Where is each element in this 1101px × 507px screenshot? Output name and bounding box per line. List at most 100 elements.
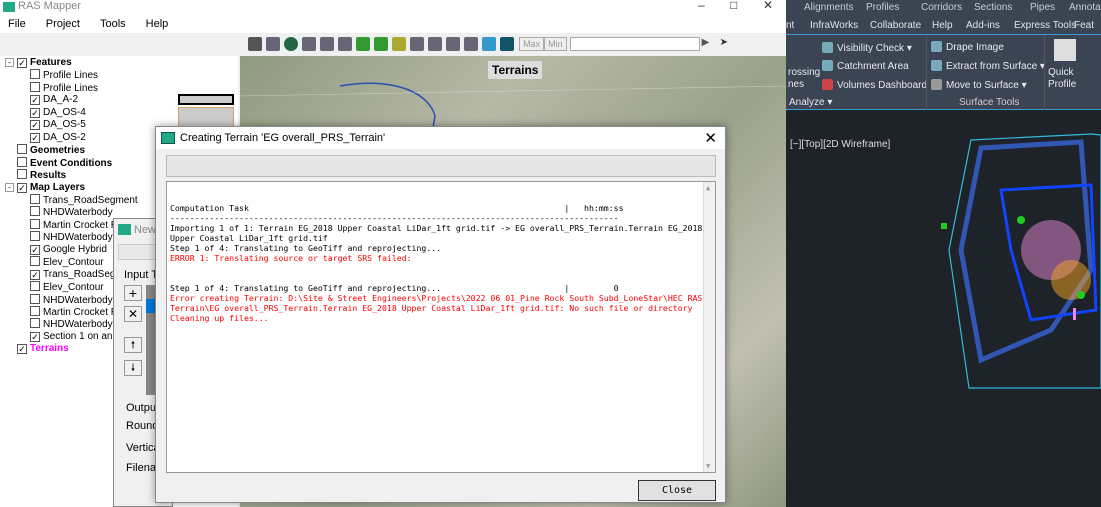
tree-item[interactable]: ✓ Trans_RoadSegm <box>30 269 124 282</box>
layer-checkbox[interactable] <box>30 69 40 80</box>
computation-log[interactable]: Computation Task | hh:mm:ss -------------… <box>166 181 716 473</box>
drawing-canvas[interactable] <box>941 130 1101 392</box>
forward-icon[interactable] <box>374 37 388 51</box>
pointer-icon[interactable] <box>248 37 262 51</box>
tree-item[interactable]: ✓ DA_OS-5 <box>30 119 86 132</box>
tree-item[interactable]: Profile Lines <box>30 69 98 82</box>
catchment-area-button[interactable]: Catchment Area <box>822 60 909 72</box>
ribbon-tab[interactable]: Add-ins <box>966 16 1000 35</box>
layer-checkbox[interactable]: ✓ <box>17 182 27 193</box>
collapse-icon[interactable]: - <box>5 182 14 192</box>
analyze-panel-label[interactable]: Analyze ▾ <box>789 97 832 108</box>
layer-icon[interactable] <box>410 37 424 51</box>
tree-item[interactable]: NHDWaterbody <box>30 293 113 307</box>
tree-item[interactable]: Profile Lines <box>30 81 98 95</box>
tree-item[interactable]: NHDWaterbody <box>30 318 113 331</box>
layer-checkbox[interactable]: ✓ <box>30 331 40 342</box>
extract-from-surface-button[interactable]: Extract from Surface ▾ <box>931 60 1045 72</box>
remove-button[interactable]: ✕ <box>124 306 142 322</box>
play-icon[interactable]: ▶ <box>702 37 716 51</box>
layer-checkbox[interactable] <box>30 293 40 304</box>
ribbon-tab[interactable]: Alignments <box>804 0 853 16</box>
menu-tools[interactable]: Tools <box>100 18 126 30</box>
layer-checkbox[interactable] <box>30 306 40 316</box>
grid-icon[interactable] <box>428 37 442 51</box>
layer-checkbox[interactable]: ✓ <box>30 95 40 106</box>
crossing-lines-label-2[interactable]: nes <box>788 79 804 90</box>
layer-checkbox[interactable]: ✓ <box>30 269 40 280</box>
add-button[interactable]: + <box>124 285 142 301</box>
log-scrollbar[interactable]: ▲ ▼ <box>703 182 715 472</box>
layer-checkbox[interactable]: ✓ <box>30 107 40 118</box>
layer-checkbox[interactable] <box>30 256 40 267</box>
max-button[interactable]: Max <box>519 37 545 51</box>
ribbon-tab[interactable]: Corridors <box>921 0 962 16</box>
tree-item[interactable]: ✓ DA_OS-4 <box>30 107 86 120</box>
ribbon-tab[interactable]: Annotat <box>1069 0 1101 16</box>
globe-icon[interactable] <box>284 37 298 51</box>
tree-item[interactable]: NHDWaterbody <box>30 231 113 244</box>
dialog-close-icon[interactable]: ✕ <box>704 129 717 147</box>
layer-checkbox[interactable]: ✓ <box>17 344 27 355</box>
maximize-button[interactable]: □ <box>730 0 737 12</box>
close-window-button[interactable]: ✕ <box>763 0 773 12</box>
water-icon[interactable] <box>482 37 496 51</box>
zoom-out-icon[interactable] <box>320 37 334 51</box>
quick-profile-button-2[interactable]: Profile <box>1048 79 1076 90</box>
ribbon-tab[interactable]: Profiles <box>866 0 899 16</box>
ribbon-tab[interactable]: Feat <box>1074 16 1094 35</box>
profile-icon[interactable] <box>446 37 460 51</box>
tree-item[interactable]: Martin Crocket R <box>30 306 118 319</box>
settings-icon[interactable] <box>464 37 478 51</box>
animate-icon[interactable]: ➤ <box>720 37 734 51</box>
measure-icon[interactable] <box>392 37 406 51</box>
tree-item[interactable]: Martin Crocket R <box>30 218 118 232</box>
layer-checkbox[interactable] <box>30 318 40 329</box>
layer-checkbox[interactable] <box>30 193 40 204</box>
tree-item[interactable]: ✓ Terrains <box>17 343 69 356</box>
layer-checkbox[interactable]: ✓ <box>30 132 40 143</box>
tree-item[interactable]: Event Conditions <box>17 156 112 170</box>
crossing-lines-label[interactable]: rossing <box>788 67 820 78</box>
layer-checkbox[interactable] <box>30 81 40 92</box>
ribbon-tab[interactable]: Help <box>932 16 953 35</box>
visibility-check-button[interactable]: Visibility Check ▾ <box>822 42 912 54</box>
back-icon[interactable] <box>356 37 370 51</box>
tree-item[interactable]: Results <box>17 169 66 182</box>
menu-project[interactable]: Project <box>46 18 80 30</box>
move-up-button[interactable]: 🠕 <box>124 337 142 353</box>
ribbon-tab[interactable]: Collaborate <box>870 16 921 35</box>
tree-item[interactable]: - ✓ Map Layers <box>5 182 85 195</box>
minimize-button[interactable]: – <box>698 0 705 12</box>
scroll-down-icon[interactable]: ▼ <box>706 461 710 471</box>
layer-checkbox[interactable] <box>30 206 40 217</box>
tree-item[interactable]: ✓ DA_OS-2 <box>30 132 86 145</box>
layer-checkbox[interactable] <box>17 156 27 167</box>
ribbon-tab[interactable]: Express Tools <box>1014 16 1076 35</box>
full-extent-icon[interactable] <box>338 37 352 51</box>
ribbon-tab[interactable]: Pipes <box>1030 0 1055 16</box>
volumes-dashboard-button[interactable]: Volumes Dashboard <box>822 79 927 91</box>
move-to-surface-button[interactable]: Move to Surface ▾ <box>931 79 1027 91</box>
layer-checkbox[interactable] <box>30 218 40 229</box>
tree-item[interactable]: Geometries <box>17 144 85 157</box>
tree-item[interactable]: ✓ Section 1 on and <box>30 331 118 344</box>
min-button[interactable]: Min <box>544 37 567 51</box>
drape-image-button[interactable]: Drape Image <box>931 41 1004 53</box>
layer-checkbox[interactable]: ✓ <box>17 58 27 68</box>
tree-item[interactable]: ✓ DA_A-2 <box>30 94 78 107</box>
move-down-button[interactable]: 🠗 <box>124 360 142 376</box>
menu-help[interactable]: Help <box>146 18 169 30</box>
menu-file[interactable]: File <box>8 18 26 30</box>
tree-item[interactable]: Trans_RoadSegment <box>30 193 138 207</box>
layer-checkbox[interactable]: ✓ <box>30 244 40 255</box>
zoom-in-icon[interactable] <box>302 37 316 51</box>
ribbon-tab[interactable]: InfraWorks <box>810 16 858 35</box>
collapse-icon[interactable]: - <box>5 58 14 67</box>
scroll-up-icon[interactable]: ▲ <box>706 183 710 193</box>
toolbar-button[interactable] <box>118 244 158 260</box>
layer-checkbox[interactable] <box>30 231 40 242</box>
close-button[interactable]: Close <box>638 480 716 501</box>
quick-profile-button[interactable]: Quick <box>1048 67 1074 78</box>
terrain-icon[interactable] <box>500 37 514 51</box>
